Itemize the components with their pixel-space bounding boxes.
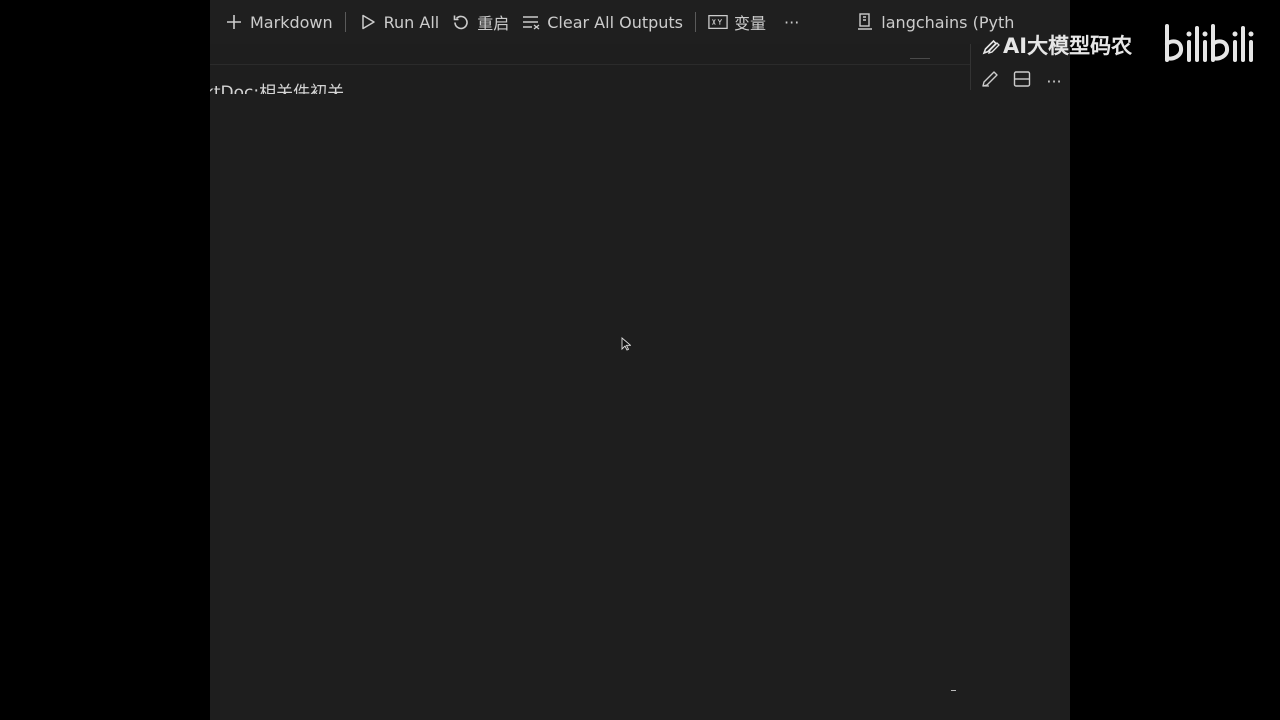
bilibili-logo-mark <box>1165 24 1254 62</box>
markdown-cell-text: ktDoc:相关件初关 <box>210 83 345 94</box>
add-markdown-button[interactable]: Markdown <box>218 7 339 37</box>
toolbar-divider <box>210 64 970 65</box>
play-icon <box>358 12 378 32</box>
split-cell-button[interactable] <box>1008 68 1036 94</box>
pencil-icon <box>980 69 1000 93</box>
bilibili-logo <box>1162 20 1258 66</box>
toolbar-separator <box>695 12 697 32</box>
cell-toolbar-divider <box>970 44 971 90</box>
variables-label: 变量 <box>734 14 767 33</box>
plus-icon <box>224 12 244 32</box>
add-markdown-label: Markdown <box>250 12 333 32</box>
restart-icon <box>451 12 471 32</box>
clear-all-outputs-label: Clear All Outputs <box>547 12 684 32</box>
split-cell-icon <box>1012 69 1032 93</box>
restart-button[interactable]: 重启 <box>445 7 515 37</box>
more-actions-button[interactable]: ··· <box>778 7 805 37</box>
notebook-toolbar: Markdown Run All 重启 Clear All Outputs 变量… <box>210 0 1070 44</box>
toolbar-separator <box>344 12 346 32</box>
video-frame: Markdown Run All 重启 Clear All Outputs 变量… <box>0 0 1280 720</box>
edit-cell-button[interactable] <box>976 68 1004 94</box>
channel-name: AI大模型码农 <box>1003 34 1133 58</box>
more-actions-label: ··· <box>784 12 800 32</box>
toolbar-underline <box>910 58 930 59</box>
restart-label: 重启 <box>477 14 510 33</box>
variables-icon <box>708 12 728 32</box>
clear-all-outputs-button[interactable]: Clear All Outputs <box>515 7 689 37</box>
mouse-cursor <box>621 336 632 351</box>
pencil-icon <box>982 35 1002 55</box>
scroll-indicator <box>951 690 956 691</box>
cell-toolbar: ··· <box>976 68 1070 94</box>
kernel-icon <box>855 12 875 32</box>
notebook-editor: Markdown Run All 重启 Clear All Outputs 变量… <box>210 0 1070 720</box>
variables-button[interactable]: 变量 <box>702 7 772 37</box>
channel-watermark: AI大模型码农 <box>982 30 1132 60</box>
run-all-label: Run All <box>383 12 440 32</box>
kernel-label: langchains (Pyth <box>881 12 1015 32</box>
clear-outputs-icon <box>521 12 541 32</box>
run-all-button[interactable]: Run All <box>352 7 446 37</box>
cell-more-label: ··· <box>1046 71 1062 91</box>
cell-more-button[interactable]: ··· <box>1040 68 1068 94</box>
